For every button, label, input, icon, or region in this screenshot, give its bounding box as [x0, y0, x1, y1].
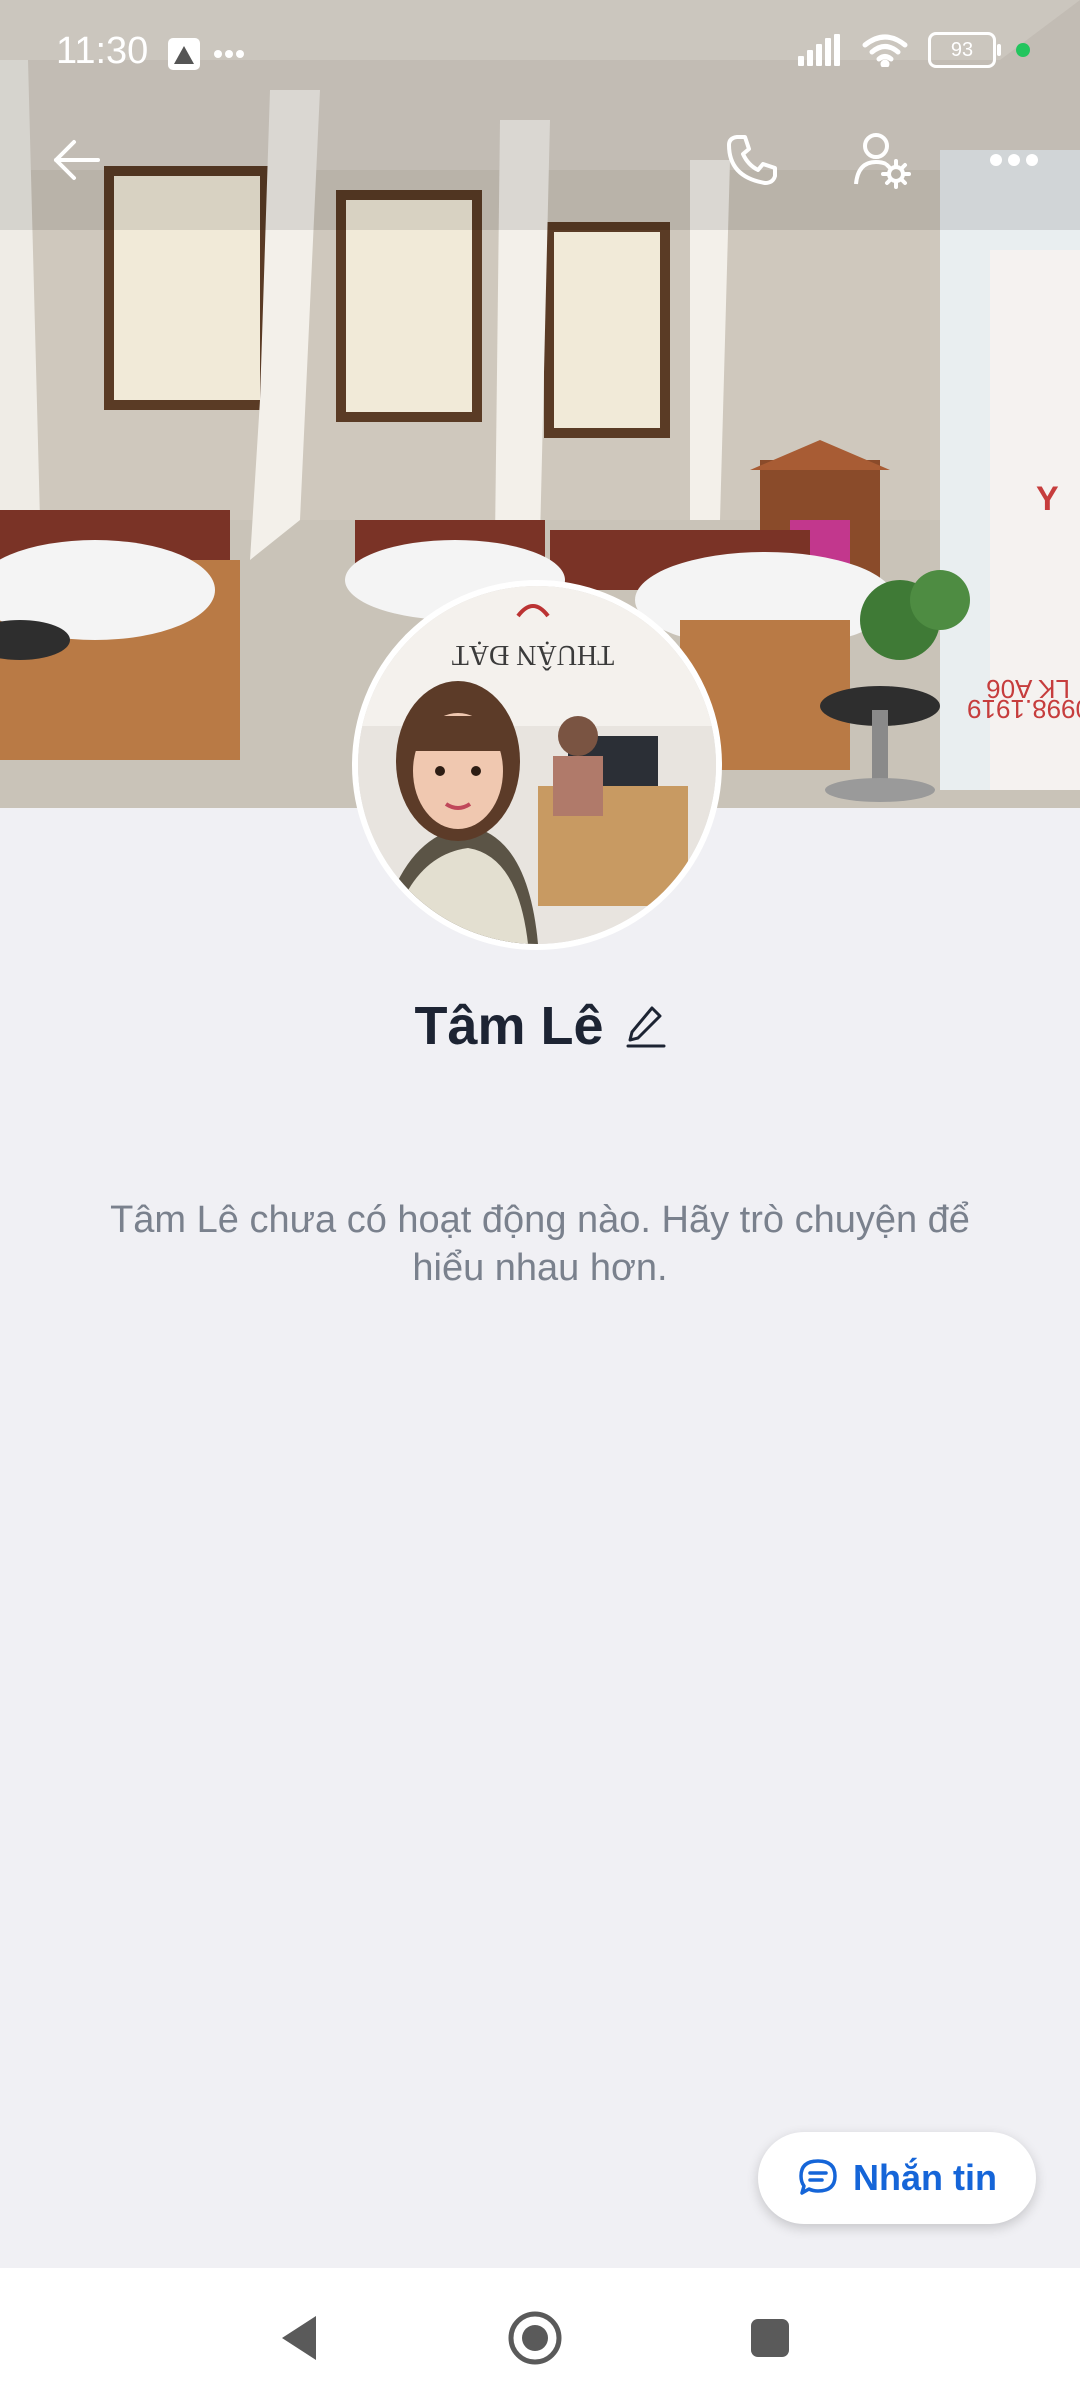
user-settings-icon [854, 133, 911, 189]
nav-home-icon [508, 2311, 562, 2365]
more-dots-icon [214, 50, 244, 58]
profile-name-row: Tâm Lê [0, 995, 1080, 1057]
sign-phone: 0998.1919 [967, 694, 1080, 724]
green-dot-icon [1016, 43, 1030, 57]
empty-activity-message: Tâm Lê chưa có hoạt động nào. Hãy trò ch… [110, 1199, 970, 1289]
profile-settings-button[interactable] [842, 120, 922, 200]
avatar-logo-text: THUẬN ĐẠT [452, 639, 615, 670]
pencil-icon [626, 1006, 666, 1048]
battery-level: 93 [950, 39, 974, 61]
message-button-label: Nhắn tin [853, 2157, 997, 2198]
edit-name-button[interactable] [626, 1004, 666, 1048]
more-icon [990, 154, 1038, 166]
nav-back-icon [282, 2316, 316, 2360]
status-left-icons [166, 34, 246, 79]
nav-back-button[interactable] [270, 2308, 330, 2368]
more-button[interactable] [974, 120, 1054, 200]
nav-recents-button[interactable] [740, 2308, 800, 2368]
profile-name: Tâm Lê [414, 996, 604, 1056]
photo-icon [168, 38, 200, 70]
chat-icon [799, 2159, 837, 2195]
wifi-icon [862, 34, 908, 67]
status-time: 11:30 [56, 30, 149, 72]
status-right-icons: 93 [798, 32, 1030, 68]
status-bar: 11:30 93 [0, 0, 1080, 110]
nav-home-button[interactable] [505, 2308, 565, 2368]
back-arrow-icon [54, 140, 100, 180]
battery-icon: 93 [928, 32, 1001, 68]
back-button[interactable] [36, 120, 116, 200]
top-bar [0, 120, 1080, 200]
avatar[interactable]: THUẬN ĐẠT [352, 580, 722, 950]
nav-recents-icon [751, 2319, 789, 2357]
sign-letter: Y [1036, 480, 1059, 518]
message-button[interactable]: Nhắn tin [758, 2132, 1036, 2224]
system-nav-bar [0, 2268, 1080, 2400]
signal-icon [798, 34, 840, 66]
phone-icon [727, 135, 777, 185]
call-button[interactable] [712, 120, 792, 200]
